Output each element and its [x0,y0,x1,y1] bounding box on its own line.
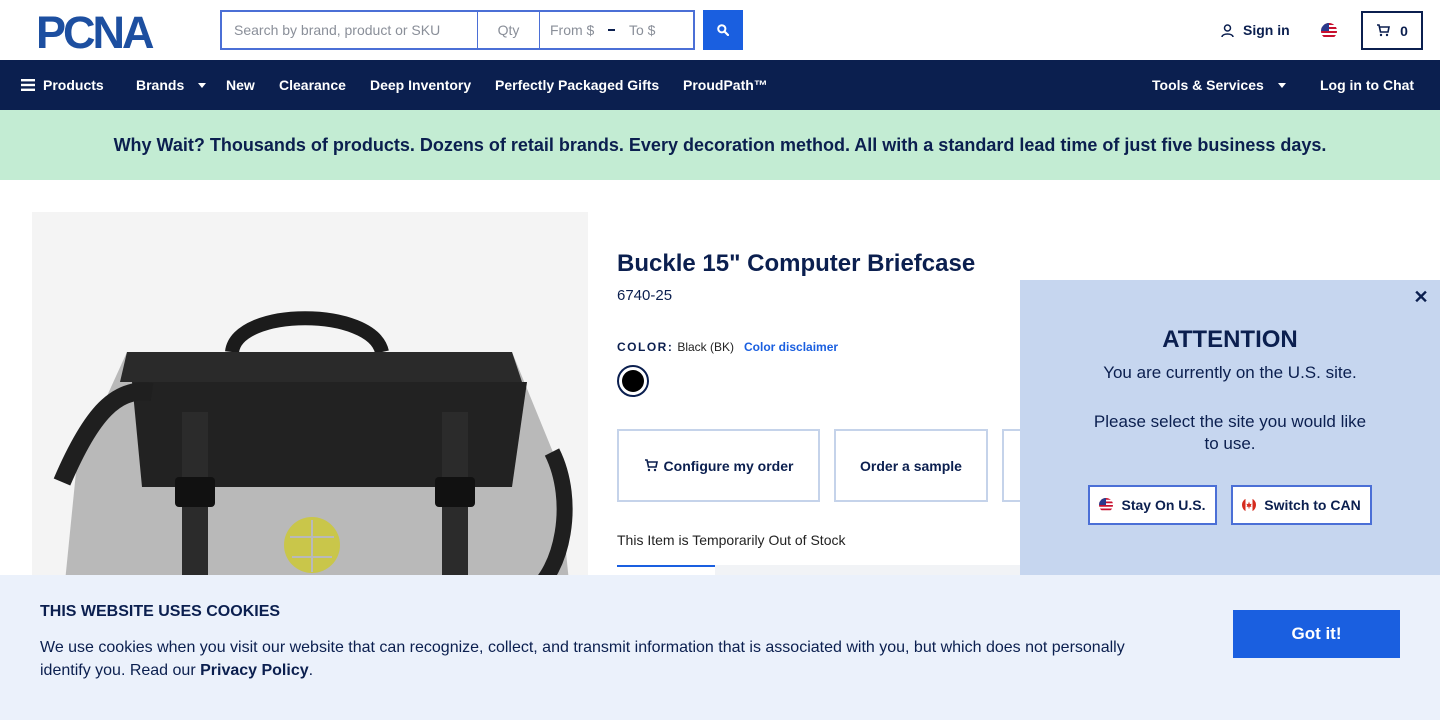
color-row: COLOR: Black (BK) Color disclaimer [617,340,838,354]
product-image[interactable] [32,212,588,612]
qty-input[interactable] [478,10,540,50]
cart-icon [1377,24,1391,37]
product-title: Buckle 15" Computer Briefcase [617,250,976,277]
tab-strip [715,565,1020,575]
site-header: PCNA Sign in [0,0,1440,60]
color-swatch-fill [622,370,644,392]
cookie-title: THIS WEBSITE USES COOKIES [40,603,281,620]
color-swatch-black[interactable] [617,365,649,397]
main-nav: Products Brands New Clearance Deep Inven… [0,60,1440,110]
nav-brands[interactable]: Brands [136,77,207,93]
promo-text: Why Wait? Thousands of products. Dozens … [113,134,1327,155]
nav-clearance-label: Clearance [279,77,346,93]
briefcase-illustration [53,311,573,612]
caret-down-icon [1277,82,1286,88]
stock-status: This Item is Temporarily Out of Stock [617,532,846,548]
modal-title: ATTENTION [1162,326,1298,353]
order-sample-label: Order a sample [860,457,962,474]
caret-down-icon [198,82,207,88]
cookie-accept-button[interactable]: Got it! [1233,610,1400,658]
cookie-period: . [308,662,314,679]
nav-products[interactable]: Products [21,77,104,93]
sign-in-link[interactable]: Sign in [1220,22,1290,38]
privacy-policy-link[interactable]: Privacy Policy [200,662,309,679]
cart-count: 0 [1400,22,1408,39]
nav-tools[interactable]: Tools & Services [1152,77,1286,93]
search-icon [717,24,729,36]
modal-current-site-text: You are currently on the U.S. site. [1103,363,1357,382]
product-sku: 6740-25 [617,287,673,304]
nav-tools-label: Tools & Services [1152,77,1264,93]
cookie-text: We use cookies when you visit our websit… [40,636,1150,682]
search-bar [220,10,695,50]
stay-us-label: Stay On U.S. [1121,497,1206,513]
us-flag-icon [1099,498,1114,512]
nav-gifts-label: Perfectly Packaged Gifts [495,77,660,93]
close-icon[interactable]: ✕ [1412,287,1430,307]
us-flag-icon[interactable] [1321,23,1337,39]
nav-new[interactable]: New [226,77,255,93]
nav-proudpath[interactable]: ProudPath™ [683,77,768,93]
nav-chat-label: Log in to Chat [1320,77,1415,93]
order-sample-button[interactable]: Order a sample [834,429,988,502]
nav-deep-inventory[interactable]: Deep Inventory [370,77,471,93]
nav-clearance[interactable]: Clearance [279,77,346,93]
user-icon [1221,23,1234,37]
cart-button[interactable]: 0 [1361,11,1423,50]
nav-products-label: Products [43,77,104,93]
hamburger-icon [21,79,35,91]
nav-gifts[interactable]: Perfectly Packaged Gifts [495,77,659,93]
pcna-logo[interactable]: PCNA [36,11,186,51]
svg-text:PCNA: PCNA [36,11,154,51]
sign-in-label: Sign in [1243,22,1290,38]
price-to-input[interactable] [629,22,683,38]
cookie-banner: THIS WEBSITE USES COOKIES We use cookies… [0,575,1440,720]
modal-select-text: Please select the site you would like to… [1093,412,1367,453]
nav-chat[interactable]: Log in to Chat [1320,77,1414,93]
price-from-input[interactable] [550,22,604,38]
configure-order-button[interactable]: Configure my order [617,429,820,502]
search-button[interactable] [703,10,743,50]
switch-can-label: Switch to CAN [1264,497,1361,513]
search-input[interactable] [220,10,478,50]
stay-us-button[interactable]: Stay On U.S. [1088,485,1217,525]
switch-can-button[interactable]: Switch to CAN [1231,485,1372,525]
color-disclaimer-link[interactable]: Color disclaimer [744,340,838,354]
cart-icon [644,459,658,472]
color-value: Black (BK) [677,340,735,354]
nav-new-label: New [226,77,255,93]
site-select-modal: ✕ ATTENTION You are currently on the U.S… [1020,280,1440,575]
promo-banner: Why Wait? Thousands of products. Dozens … [0,110,1440,180]
nav-deep-inventory-label: Deep Inventory [370,77,472,93]
nav-brands-label: Brands [136,77,185,93]
price-range [540,10,695,50]
nav-proudpath-label: ProudPath™ [683,77,768,93]
price-range-dash [608,29,615,31]
canada-flag-icon [1242,498,1257,512]
color-label: COLOR: [617,340,674,354]
configure-order-label: Configure my order [663,457,794,474]
active-tab-indicator [617,565,715,567]
